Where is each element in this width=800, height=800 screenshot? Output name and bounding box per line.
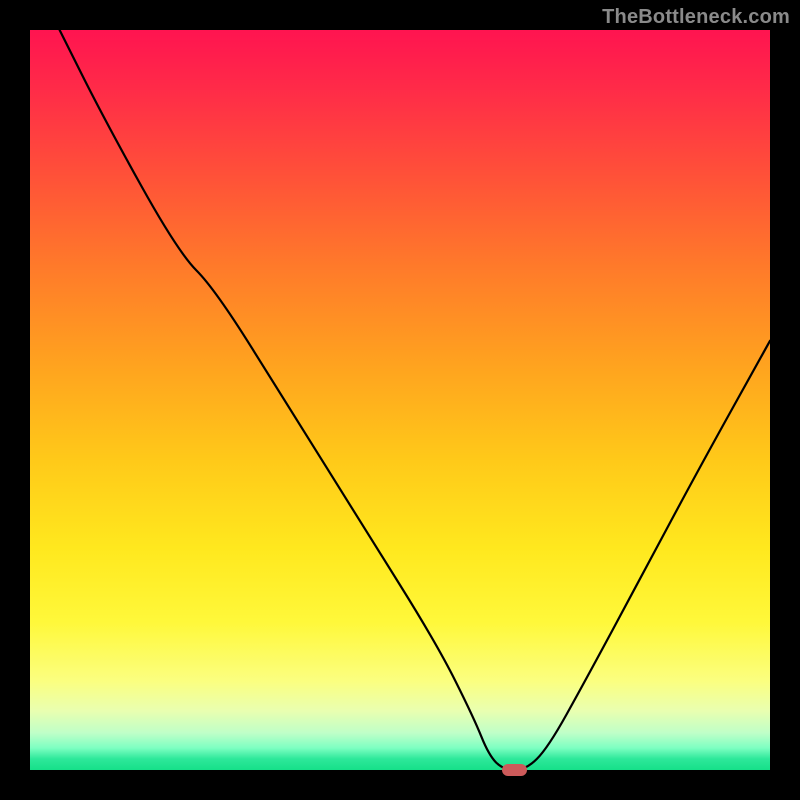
chart-frame: TheBottleneck.com (0, 0, 800, 800)
watermark-text: TheBottleneck.com (602, 6, 790, 29)
bottleneck-curve (30, 30, 770, 770)
optimum-marker (502, 764, 527, 776)
plot-area (30, 30, 770, 770)
curve-path (60, 30, 770, 770)
